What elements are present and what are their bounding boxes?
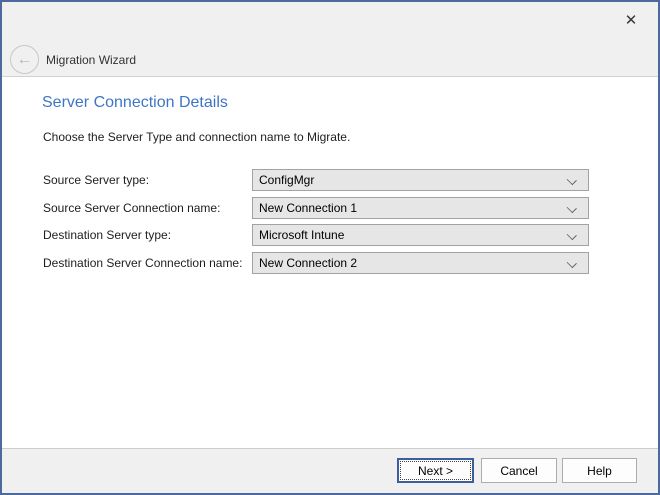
- button-bar: Next > Cancel Help: [2, 448, 658, 493]
- dropdown-value: Microsoft Intune: [259, 228, 344, 242]
- next-button[interactable]: Next >: [397, 458, 474, 483]
- wizard-header: ✕ ← Migration Wizard: [2, 2, 658, 77]
- dropdown-value: New Connection 1: [259, 201, 357, 215]
- source-connection-name-dropdown[interactable]: New Connection 1: [252, 197, 589, 219]
- chevron-down-icon: [568, 232, 576, 240]
- chevron-down-icon: [568, 205, 576, 213]
- destination-server-type-label: Destination Server type:: [43, 224, 171, 246]
- help-button[interactable]: Help: [562, 458, 637, 483]
- cancel-button[interactable]: Cancel: [481, 458, 557, 483]
- source-server-type-label: Source Server type:: [43, 169, 149, 191]
- chevron-down-icon: [568, 177, 576, 185]
- close-button[interactable]: ✕: [618, 8, 644, 32]
- close-icon: ✕: [625, 11, 638, 29]
- page-title: Server Connection Details: [42, 94, 228, 112]
- wizard-title: Migration Wizard: [46, 53, 136, 67]
- migration-wizard-window: ✕ ← Migration Wizard Server Connection D…: [0, 0, 660, 495]
- chevron-down-icon: [568, 260, 576, 268]
- source-connection-name-label: Source Server Connection name:: [43, 197, 220, 219]
- source-server-type-dropdown[interactable]: ConfigMgr: [252, 169, 589, 191]
- dropdown-value: ConfigMgr: [259, 173, 314, 187]
- destination-connection-name-label: Destination Server Connection name:: [43, 252, 242, 274]
- destination-server-type-dropdown[interactable]: Microsoft Intune: [252, 224, 589, 246]
- dropdown-value: New Connection 2: [259, 256, 357, 270]
- instruction-text: Choose the Server Type and connection na…: [43, 130, 350, 144]
- back-arrow-icon: ←: [17, 52, 33, 68]
- destination-connection-name-dropdown[interactable]: New Connection 2: [252, 252, 589, 274]
- back-button[interactable]: ←: [10, 45, 39, 74]
